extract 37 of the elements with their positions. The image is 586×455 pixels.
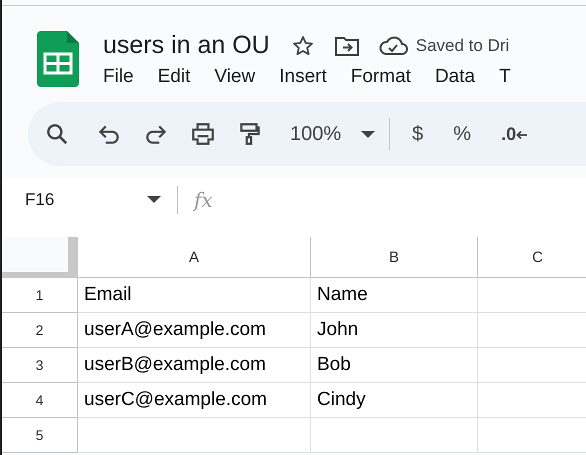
table-cell: Email	[78, 278, 311, 313]
menu-item[interactable]: T	[499, 66, 511, 88]
table-cell: userC@example.com	[78, 383, 311, 418]
sheets-logo-icon[interactable]	[37, 31, 79, 87]
caret-icon	[147, 196, 161, 203]
cell-reference[interactable]: F16	[25, 190, 161, 210]
formula-label: fx	[194, 188, 213, 212]
table-cell: John	[311, 313, 478, 348]
menu-item[interactable]: Data	[434, 66, 476, 88]
row-header[interactable]: 4	[2, 383, 78, 418]
currency-button[interactable]: $	[412, 122, 424, 146]
row-header[interactable]: 2	[2, 313, 78, 348]
menu-item[interactable]: Insert	[279, 66, 327, 88]
save-status[interactable]: Saved to Dri	[416, 36, 510, 56]
print-icon[interactable]	[190, 121, 216, 147]
decrease-decimal-button[interactable]: .0	[501, 124, 534, 144]
row-header[interactable]: 3	[2, 348, 78, 383]
table-cell: userB@example.com	[78, 348, 311, 383]
row-header[interactable]: 5	[2, 418, 78, 453]
table-cell: Bob	[311, 348, 478, 383]
menu-item[interactable]: Edit	[158, 66, 190, 88]
menu-item[interactable]: File	[103, 66, 134, 88]
table-cell: Cindy	[311, 383, 478, 418]
column-header[interactable]: B	[311, 237, 478, 278]
search-icon[interactable]	[44, 121, 70, 147]
table-cell: userA@example.com	[78, 313, 311, 348]
menu-item[interactable]: Format	[350, 66, 411, 88]
percent-button[interactable]: %	[453, 122, 472, 146]
document-title[interactable]: users in an OU	[103, 31, 270, 60]
caret-icon	[361, 130, 376, 138]
zoom-select[interactable]: 100%	[290, 122, 376, 146]
row-header[interactable]: 1	[2, 278, 78, 313]
table-cell: Name	[311, 278, 478, 313]
column-header[interactable]: A	[78, 237, 311, 278]
left-arrow-icon	[516, 130, 528, 140]
menu-item[interactable]: View	[214, 66, 256, 88]
cloud-check-icon[interactable]	[378, 36, 408, 56]
